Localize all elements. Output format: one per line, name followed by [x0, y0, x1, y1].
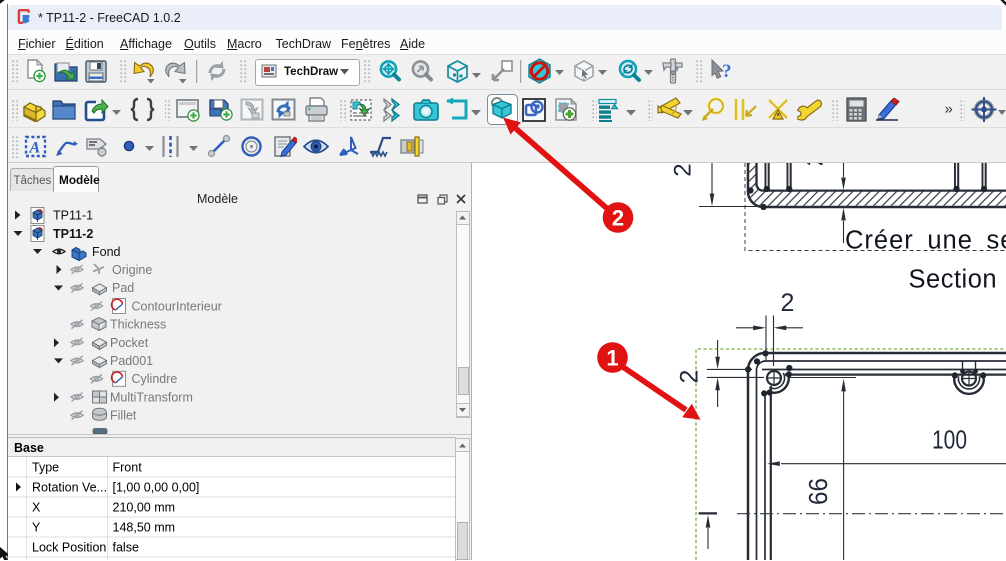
svg-text:2: 2 [612, 206, 624, 231]
svg-text:1: 1 [606, 346, 618, 371]
